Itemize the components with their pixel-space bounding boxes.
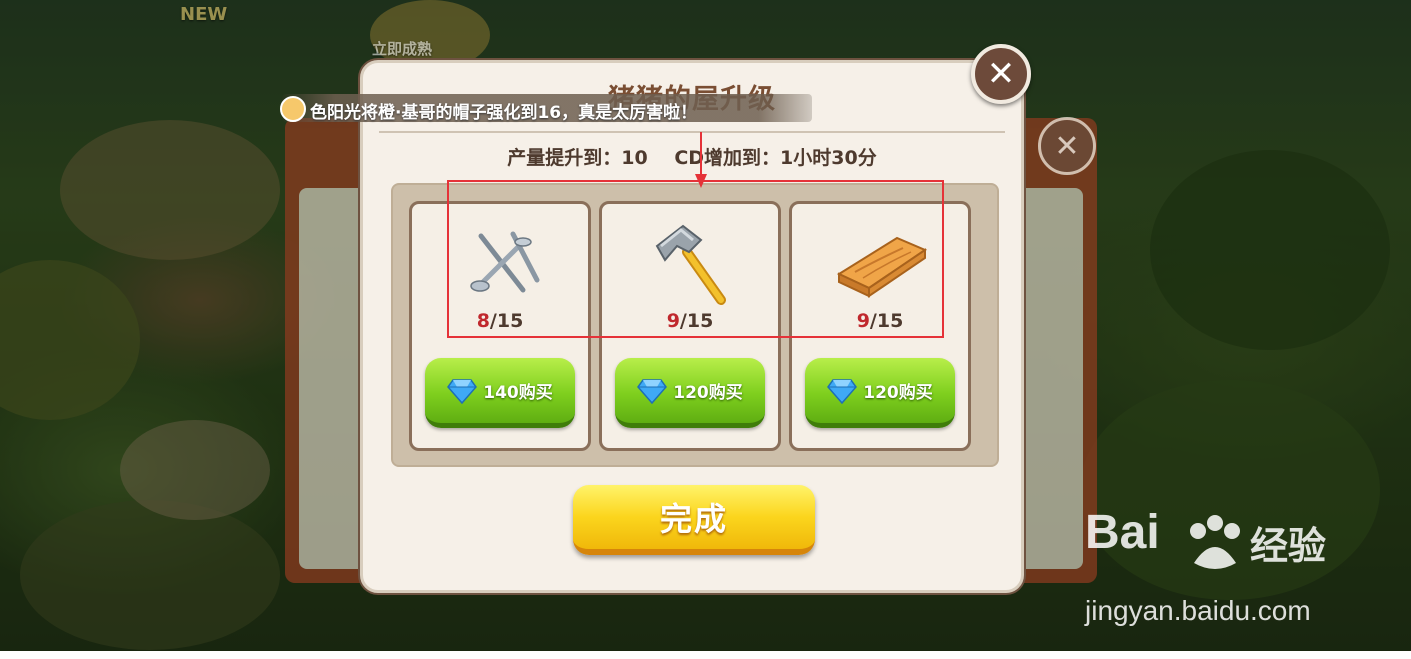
background-close-icon: ✕ <box>1038 117 1096 175</box>
buy-hammer-button[interactable]: 120购买 <box>615 358 765 428</box>
close-icon: ✕ <box>986 54 1016 94</box>
output-stat: 产量提升到：10 <box>507 147 648 169</box>
baidu-watermark: Bai 经验 jingyan.baidu.com <box>1085 505 1385 635</box>
new-badge: NEW <box>180 4 228 25</box>
done-label: 完成 <box>659 500 728 538</box>
buy-nails-label: 140购买 <box>483 383 553 403</box>
diamond-icon <box>827 378 858 404</box>
annotation-highlight-box <box>447 180 944 338</box>
baidu-jingyan-label: 经验 <box>1250 524 1327 568</box>
close-button[interactable]: ✕ <box>971 44 1031 104</box>
buy-hammer-label: 120购买 <box>673 383 743 403</box>
harvest-label: 立即成熟 <box>372 40 433 58</box>
diamond-icon <box>447 378 478 404</box>
marquee-avatar-icon <box>280 96 306 122</box>
buy-nails-button[interactable]: 140购买 <box>425 358 575 428</box>
title-divider <box>379 131 1005 133</box>
buy-wood-label: 120购买 <box>863 383 933 403</box>
baidu-paw-icon <box>1190 515 1240 569</box>
baidu-url: jingyan.baidu.com <box>1085 595 1311 626</box>
done-button[interactable]: 完成 <box>573 485 815 555</box>
buy-wood-button[interactable]: 120购买 <box>805 358 955 428</box>
annotation-arrow-icon <box>695 132 707 188</box>
diamond-icon <box>637 378 668 404</box>
baidu-logo-text: Bai <box>1085 506 1160 559</box>
upgrade-stats: 产量提升到：10 CD增加到：1小时30分 <box>363 143 1021 170</box>
marquee-text: 色阳光将橙·基哥的帽子强化到16，真是太厉害啦！ <box>310 103 698 123</box>
bottom-strip <box>0 651 1411 659</box>
